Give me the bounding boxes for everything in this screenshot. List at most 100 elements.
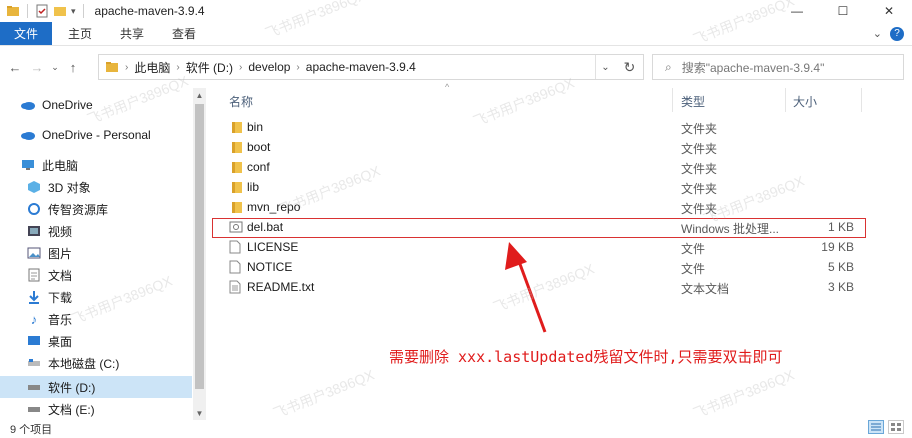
up-icon[interactable]: ↑ <box>62 60 84 75</box>
recent-locations-icon[interactable]: ⌄ <box>48 62 62 73</box>
sidebar-item-pictures[interactable]: 图片 <box>0 242 192 264</box>
expand-ribbon-icon[interactable]: ⌄ <box>873 27 882 40</box>
video-icon <box>26 224 42 238</box>
address-bar[interactable]: › 此电脑 › 软件 (D:) › develop › apache-maven… <box>98 54 644 80</box>
sidebar-item-documents[interactable]: 文档 <box>0 264 192 286</box>
maximize-icon[interactable]: ☐ <box>820 0 866 22</box>
file-name: mvn_repo <box>247 200 301 214</box>
folder-icon <box>229 160 243 174</box>
breadcrumb-this-pc[interactable]: 此电脑 <box>134 59 170 76</box>
breadcrumb-drive-d[interactable]: 软件 (D:) <box>186 59 233 76</box>
file-type: 文件夹 <box>681 142 718 156</box>
file-row[interactable]: mvn_repo 文件夹 <box>207 197 867 217</box>
cloud-icon <box>20 98 36 112</box>
title-bar: ▾ apache-maven-3.9.4 — ☐ ✕ <box>0 0 912 22</box>
highlight-box <box>212 218 866 238</box>
properties-icon[interactable] <box>35 4 49 18</box>
sidebar-item-label: 传智资源库 <box>48 202 109 217</box>
file-icon <box>229 240 243 254</box>
sidebar-item-3d-objects[interactable]: 3D 对象 <box>0 176 192 198</box>
file-row[interactable]: boot 文件夹 <box>207 137 867 157</box>
tab-home[interactable]: 主页 <box>54 22 106 45</box>
column-header-name[interactable]: 名称 <box>229 93 253 110</box>
sidebar-item-videos[interactable]: 视频 <box>0 220 192 242</box>
address-row: ← → ⌄ ↑ › 此电脑 › 软件 (D:) › develop › apac… <box>0 46 912 88</box>
help-icon[interactable]: ? <box>890 26 904 41</box>
breadcrumb-current[interactable]: apache-maven-3.9.4 <box>306 60 416 74</box>
sidebar-item-music[interactable]: ♪ 音乐 <box>0 308 192 330</box>
file-type: 文件夹 <box>681 162 718 176</box>
file-name: README.txt <box>247 280 315 294</box>
download-icon <box>26 290 42 304</box>
scroll-up-icon[interactable]: ▲ <box>193 88 206 102</box>
cloud-icon <box>20 128 36 142</box>
sidebar-item-label: 桌面 <box>48 334 73 349</box>
file-row[interactable]: lib 文件夹 <box>207 177 867 197</box>
sidebar-item-label: 音乐 <box>48 312 73 327</box>
refresh-icon[interactable]: ↻ <box>616 54 644 80</box>
sidebar-item-drive-c[interactable]: 本地磁盘 (C:) <box>0 352 192 374</box>
details-view-icon[interactable] <box>868 420 884 434</box>
annotation-arrow <box>505 242 547 333</box>
breadcrumb-separator-icon: › <box>296 61 300 73</box>
navigation-pane: OneDrive OneDrive - Personal 此电脑 3D 对象 传… <box>0 88 206 420</box>
search-icon: ⌕ <box>665 59 672 74</box>
folder-icon <box>229 120 243 134</box>
breadcrumb-develop[interactable]: develop <box>248 60 290 74</box>
close-icon[interactable]: ✕ <box>866 0 912 22</box>
column-divider[interactable] <box>861 88 862 112</box>
status-bar: 9 个项目 <box>0 420 912 438</box>
sidebar-item-drive-d[interactable]: 软件 (D:) <box>0 376 192 398</box>
document-icon <box>26 268 42 282</box>
column-header-type[interactable]: 类型 <box>681 93 705 110</box>
breadcrumb-separator-icon: › <box>125 61 129 73</box>
column-divider[interactable] <box>785 88 786 112</box>
file-list: ^ 名称 类型 大小 bin 文件夹 boot 文件夹 conf 文件夹 lib… <box>207 82 912 420</box>
sidebar-item-label: OneDrive - Personal <box>42 128 151 142</box>
quick-access-toolbar: ▾ <box>0 4 87 18</box>
sidebar-item-label: OneDrive <box>42 98 93 112</box>
drive-icon <box>26 356 42 370</box>
file-row[interactable]: bin 文件夹 <box>207 117 867 137</box>
column-divider[interactable] <box>672 88 673 112</box>
window-title: apache-maven-3.9.4 <box>94 4 205 18</box>
annotation-text: 需要删除 xxx.lastUpdated残留文件时,只需要双击即可 <box>389 348 783 366</box>
music-icon: ♪ <box>30 311 38 327</box>
column-header-size[interactable]: 大小 <box>793 93 817 110</box>
minimize-icon[interactable]: — <box>774 0 820 22</box>
address-dropdown-icon[interactable]: ⌄ <box>595 55 615 79</box>
back-icon[interactable]: ← <box>4 60 26 75</box>
file-icon <box>229 260 243 274</box>
file-size: 19 KB <box>821 240 854 254</box>
file-name: boot <box>247 140 271 154</box>
sidebar-item-this-pc[interactable]: 此电脑 <box>0 154 192 176</box>
sidebar-item-downloads[interactable]: 下载 <box>0 286 192 308</box>
file-size: 3 KB <box>827 280 854 294</box>
forward-icon[interactable]: → <box>26 60 48 75</box>
sidebar-item-desktop[interactable]: 桌面 <box>0 330 192 352</box>
sidebar-item-onedrive[interactable]: OneDrive <box>0 94 192 116</box>
sidebar-item-library[interactable]: 传智资源库 <box>0 198 192 220</box>
sidebar-scrollbar[interactable]: ▲ ▼ <box>193 88 206 420</box>
folder-icon <box>229 200 243 214</box>
computer-icon <box>20 158 36 172</box>
toolbar-divider <box>82 4 84 18</box>
search-input[interactable]: ⌕ 搜索"apache-maven-3.9.4" <box>652 54 904 80</box>
text-file-icon <box>229 280 243 294</box>
new-folder-icon[interactable] <box>53 4 67 18</box>
file-row[interactable]: conf 文件夹 <box>207 157 867 177</box>
file-type: 文件夹 <box>681 182 718 196</box>
large-icons-view-icon[interactable] <box>888 420 904 434</box>
tab-share[interactable]: 共享 <box>106 22 158 45</box>
tab-file[interactable]: 文件 <box>0 22 53 45</box>
scroll-down-icon[interactable]: ▼ <box>193 406 206 420</box>
sidebar-item-onedrive-personal[interactable]: OneDrive - Personal <box>0 124 192 146</box>
sidebar-item-drive-e[interactable]: 文档 (E:) <box>0 398 192 420</box>
tab-view[interactable]: 查看 <box>158 22 210 45</box>
sidebar-item-label: 图片 <box>48 246 73 261</box>
drive-icon <box>26 402 42 416</box>
customize-toolbar-icon[interactable]: ▾ <box>71 6 76 17</box>
breadcrumb-separator-icon: › <box>176 61 180 73</box>
file-name: conf <box>247 160 270 174</box>
scrollbar-thumb[interactable] <box>195 104 204 389</box>
